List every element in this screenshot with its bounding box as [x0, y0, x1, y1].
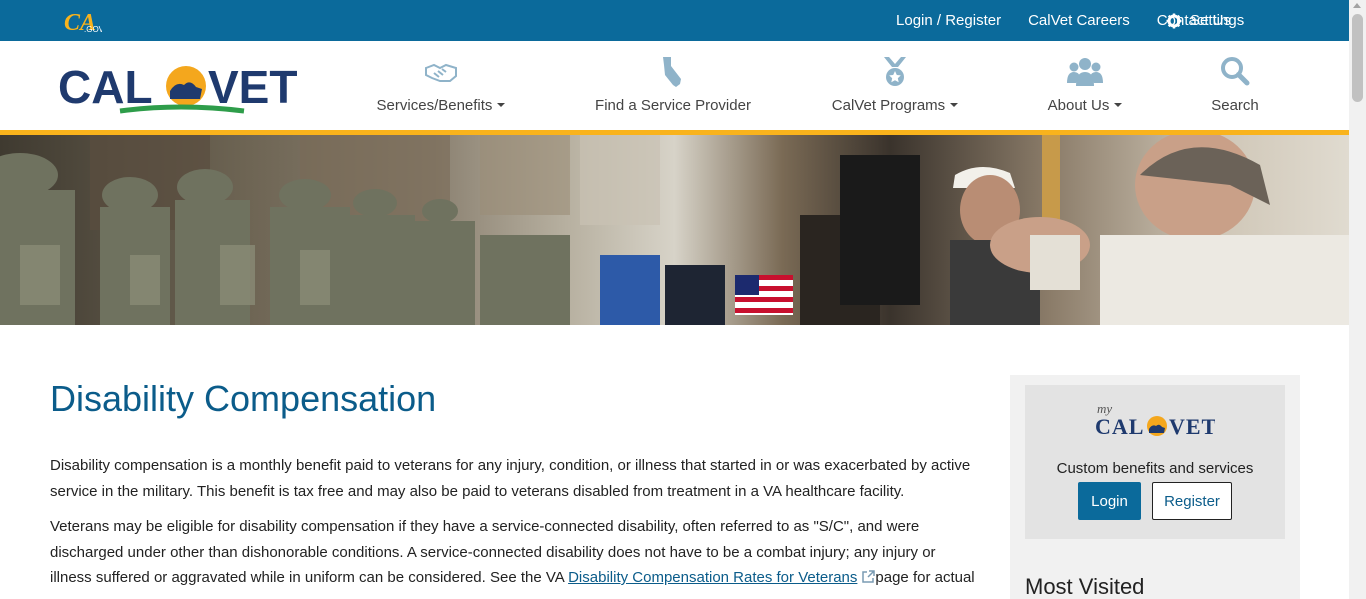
caret-down-icon	[1114, 103, 1123, 108]
my-calvet-logo[interactable]: my CAL VET	[1095, 401, 1215, 437]
utility-bar: CA .GOV Login / Register CalVet Careers …	[0, 0, 1349, 41]
nav-about-us[interactable]: About Us	[1040, 41, 1130, 130]
american-flag	[735, 275, 793, 315]
register-button[interactable]: Register	[1152, 482, 1232, 520]
svg-text:CAL: CAL	[1095, 414, 1144, 437]
svg-text:CAL: CAL	[58, 61, 153, 113]
medal-icon	[884, 57, 906, 86]
california-map-icon	[663, 57, 681, 87]
people-group-icon	[1067, 58, 1103, 86]
calvet-careers-link[interactable]: CalVet Careers	[1028, 12, 1130, 29]
svg-text:VET: VET	[1169, 414, 1215, 437]
settings-label: Settings	[1190, 12, 1245, 29]
login-register-link[interactable]: Login / Register	[896, 12, 1001, 29]
login-button[interactable]: Login	[1078, 482, 1141, 520]
eligibility-paragraph: Veterans may be eligible for disability …	[50, 514, 980, 591]
nav-services-benefits-label: Services/Benefits	[376, 97, 493, 114]
nav-calvet-programs-label: CalVet Programs	[831, 97, 946, 114]
page-scrollbar[interactable]	[1349, 0, 1366, 599]
my-calvet-tagline: Custom benefits and services	[1056, 460, 1254, 477]
nav-search[interactable]: Search	[1205, 41, 1265, 130]
ca-gov-label: .GOV	[84, 25, 102, 34]
nav-calvet-programs[interactable]: CalVet Programs	[825, 41, 965, 130]
handshake-icon	[425, 63, 457, 82]
calvet-logo[interactable]: CAL VET	[58, 59, 308, 117]
most-visited-heading: Most Visited	[1025, 574, 1145, 599]
my-calvet-card: my CAL VET Custom benefits and services …	[1025, 385, 1285, 539]
ca-gov-logo[interactable]: CA .GOV	[62, 6, 102, 36]
caret-down-icon	[950, 103, 959, 108]
nav-find-service-provider-label: Find a Service Provider	[595, 97, 751, 114]
site-header: CAL VET Services/Benefits Find a Service…	[0, 41, 1349, 130]
gear-icon	[1166, 13, 1182, 28]
nav-search-label: Search	[1211, 97, 1259, 114]
page-title: Disability Compensation	[50, 378, 437, 419]
hero-illustration	[0, 135, 1349, 325]
compensation-rates-link[interactable]: Disability Compensation Rates for Vetera…	[568, 569, 857, 586]
eligibility-text-end: page for actual	[875, 569, 975, 586]
search-icon	[1221, 57, 1250, 86]
hero-image	[0, 135, 1349, 325]
settings-button[interactable]: Settings	[1166, 0, 1244, 41]
sidebar: my CAL VET Custom benefits and services …	[1010, 375, 1300, 599]
scroll-thumb[interactable]	[1352, 14, 1363, 102]
intro-paragraph: Disability compensation is a monthly ben…	[50, 457, 971, 500]
caret-down-icon	[497, 103, 506, 108]
nav-find-service-provider[interactable]: Find a Service Provider	[590, 41, 756, 130]
scroll-up-arrow-icon[interactable]	[1353, 3, 1361, 8]
external-link-icon	[862, 570, 876, 583]
nav-services-benefits[interactable]: Services/Benefits	[368, 41, 514, 130]
svg-text:VET: VET	[208, 61, 297, 113]
nav-about-us-label: About Us	[1047, 97, 1110, 114]
